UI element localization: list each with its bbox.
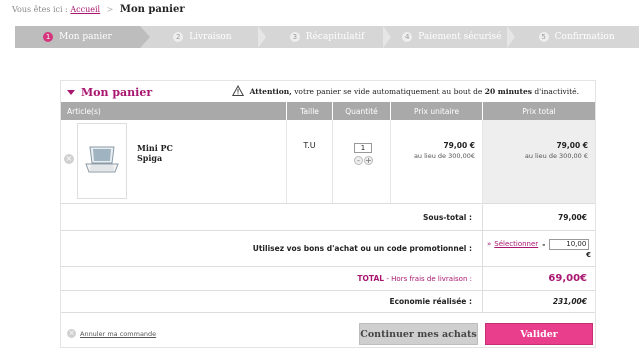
cart-panel: Mon panier Attention, votre panier se vi…	[60, 80, 596, 348]
total-price: 79,00 € au lieu de 300,00 €	[525, 141, 588, 160]
economy-label: Economie réalisée :	[61, 291, 483, 312]
cart-title[interactable]: Mon panier	[67, 86, 152, 99]
subtotal-label: Sous-total :	[61, 205, 483, 230]
product-name-line1: Mini PC	[137, 143, 173, 153]
total-label-text: TOTAL	[357, 274, 385, 283]
breadcrumb-prefix: Vous êtes ici :	[12, 5, 68, 14]
promo-row: Utilisez vos bons d'achat ou un code pro…	[61, 231, 595, 267]
step-delivery: 2 Livraison	[140, 26, 266, 48]
total-note: - Hors frais de livraison :	[386, 274, 472, 283]
cart-title-text: Mon panier	[81, 85, 153, 99]
breadcrumb-separator: >	[106, 5, 114, 14]
total-label: TOTAL - Hors frais de livraison :	[61, 267, 483, 290]
total-price-value: 79,00 €	[556, 141, 588, 150]
promo-minus: -	[542, 239, 546, 249]
warning-lead: Attention,	[249, 86, 292, 96]
step-label: Paiement sécurisé	[418, 32, 502, 42]
step-confirmation: 5 Confirmation	[514, 26, 639, 48]
step-number: 3	[289, 32, 300, 42]
cart-table-header: Article(s) Taille Quantité Prix unitaire…	[61, 102, 595, 120]
laptop-icon	[85, 146, 119, 173]
remove-item-icon[interactable]: ×	[64, 154, 74, 164]
breadcrumb-home-link[interactable]: Accueil	[70, 5, 100, 14]
promo-currency: €	[586, 250, 591, 259]
minus-icon[interactable]: -	[354, 156, 363, 165]
total-price-old: au lieu de 300,00 €	[524, 152, 588, 160]
col-total-price: Prix total	[522, 106, 556, 116]
step-label: Confirmation	[554, 32, 615, 42]
step-label: Mon panier	[59, 32, 112, 42]
warning-duration: 20 minutes	[484, 86, 532, 96]
caret-down-icon	[67, 89, 75, 95]
col-quantity: Quantité	[333, 102, 391, 120]
total-row: TOTAL - Hors frais de livraison : 69,00€	[61, 267, 595, 291]
item-article-cell: × Mini PC Spiga	[61, 120, 287, 203]
cancel-order-link[interactable]: × Annuler ma commande	[67, 329, 156, 338]
promo-cell: » Sélectionner - 10,00 €	[483, 231, 595, 266]
item-unit-price-cell: 79,00 € au lieu de 300,00€	[391, 120, 483, 203]
col-size: Taille	[287, 102, 333, 120]
promo-label: Utilisez vos bons d'achat ou un code pro…	[61, 231, 483, 266]
subtotal-row: Sous-total : 79,00€	[61, 205, 595, 231]
step-summary: 3 Récapitulatif	[265, 26, 391, 48]
item-size: T.U	[303, 141, 316, 150]
item-total-price-cell: 79,00 € au lieu de 300,00 €	[483, 120, 595, 203]
promo-controls: » Sélectionner - 10,00	[487, 238, 590, 250]
col-unit-price: Prix unitaire	[391, 102, 483, 120]
promo-arrow-icon: »	[487, 240, 492, 248]
subtotal-value: 79,00€	[558, 213, 587, 222]
continue-shopping-button[interactable]: Continuer mes achats	[359, 323, 478, 345]
col-article: Article(s)	[61, 102, 287, 120]
product-name[interactable]: Mini PC Spiga	[137, 143, 173, 163]
step-label: Récapitulatif	[305, 32, 365, 42]
checkout-steps: 1 Mon panier 2 Livraison 3 Récapitulatif…	[15, 26, 639, 48]
breadcrumb-current: Mon panier	[119, 4, 185, 15]
economy-row: Economie réalisée : 231,00€	[61, 291, 595, 313]
step-number: 1	[43, 32, 54, 42]
total-value: 69,00€	[548, 273, 587, 284]
quantity-input[interactable]: 1	[354, 143, 372, 153]
validate-button[interactable]: Valider	[485, 323, 593, 345]
item-quantity-cell: 1 - +	[333, 120, 391, 203]
warning-text: votre panier se vide automatiquement au …	[294, 86, 483, 96]
step-number: 5	[538, 32, 549, 42]
close-icon: ×	[67, 329, 76, 338]
unit-price: 79,00 € au lieu de 300,00€	[414, 141, 475, 160]
step-number: 2	[173, 32, 184, 42]
breadcrumb: Vous êtes ici : Accueil > Mon panier	[12, 4, 185, 15]
unit-price-old: au lieu de 300,00€	[413, 152, 475, 160]
step-number: 4	[402, 32, 413, 42]
warning-tail: d'inactivité.	[534, 86, 579, 96]
product-thumbnail[interactable]	[77, 123, 127, 199]
step-payment: 4 Paiement sécurisé	[390, 26, 515, 48]
promo-amount-input[interactable]: 10,00	[549, 238, 590, 250]
item-size-cell: T.U	[287, 120, 333, 203]
product-name-line2: Spiga	[137, 153, 163, 163]
step-cart: 1 Mon panier	[15, 26, 150, 48]
promo-select-link[interactable]: Sélectionner	[494, 240, 538, 248]
economy-value: 231,00€	[552, 297, 587, 306]
inactivity-warning: Attention, votre panier se vide automati…	[231, 85, 579, 97]
warning-icon	[231, 85, 244, 96]
unit-price-value: 79,00 €	[443, 141, 475, 150]
plus-icon[interactable]: +	[364, 156, 373, 165]
quantity-stepper: - +	[354, 156, 373, 165]
cart-header: Mon panier Attention, votre panier se vi…	[61, 81, 595, 103]
cancel-order-label: Annuler ma commande	[80, 329, 157, 338]
step-label: Livraison	[189, 32, 232, 42]
table-row: × Mini PC Spiga T.U 1 - + 79,00 € au lie…	[61, 120, 595, 204]
